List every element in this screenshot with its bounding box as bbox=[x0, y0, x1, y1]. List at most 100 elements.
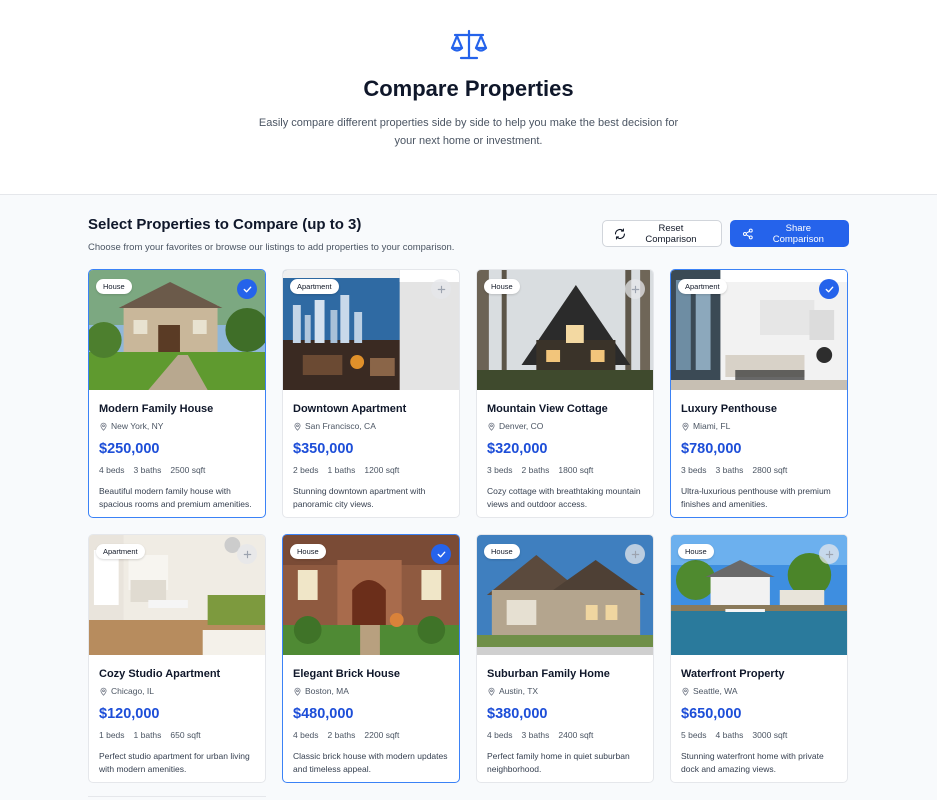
property-location: Austin, TX bbox=[487, 686, 643, 696]
property-description: Perfect family home in quiet suburban ne… bbox=[487, 751, 630, 774]
property-type-badge: House bbox=[290, 544, 326, 559]
property-location: Denver, CO bbox=[487, 421, 643, 431]
property-description: Ultra-luxurious penthouse with premium f… bbox=[681, 486, 831, 509]
page-title: Compare Properties bbox=[363, 76, 574, 101]
property-card[interactable]: House Elegant Brick House Boston, MA $480,0… bbox=[282, 534, 460, 783]
property-location-text: Austin, TX bbox=[499, 686, 539, 696]
property-baths: 1 baths bbox=[327, 465, 356, 475]
property-beds: 4 beds bbox=[293, 730, 319, 740]
property-specs: 4 beds 2 baths 2200 sqft bbox=[293, 730, 449, 740]
reset-comparison-label: Reset Comparison bbox=[645, 222, 697, 245]
property-name: Suburban Family Home bbox=[487, 668, 610, 680]
property-price: $380,000 bbox=[487, 706, 548, 722]
property-details: Modern Family House New York, NY $250,000 4… bbox=[89, 390, 265, 510]
check-icon bbox=[437, 551, 445, 557]
property-location-text: Seattle, WA bbox=[693, 686, 738, 696]
map-pin-icon bbox=[294, 422, 301, 431]
action-bar: Reset Comparison Share Comparison bbox=[602, 220, 849, 247]
property-details: Cozy Studio Apartment Chicago, IL $120,000… bbox=[89, 655, 265, 775]
property-image: House bbox=[477, 535, 653, 655]
property-baths: 4 baths bbox=[715, 730, 744, 740]
property-baths: 2 baths bbox=[521, 465, 550, 475]
map-pin-icon bbox=[682, 687, 689, 696]
property-sqft: 2500 sqft bbox=[170, 465, 206, 475]
property-image: House bbox=[89, 270, 265, 390]
property-type-badge: House bbox=[678, 544, 714, 559]
property-type-badge: House bbox=[484, 279, 520, 294]
map-pin-icon bbox=[488, 687, 495, 696]
property-sqft: 2800 sqft bbox=[752, 465, 788, 475]
property-beds: 5 beds bbox=[681, 730, 707, 740]
property-card[interactable]: House Waterfront Property Seattle, WA $650,… bbox=[670, 534, 848, 783]
map-pin-icon bbox=[100, 422, 107, 431]
property-sqft: 1800 sqft bbox=[558, 465, 594, 475]
property-image: House bbox=[671, 535, 847, 655]
property-specs: 4 beds 3 baths 2500 sqft bbox=[99, 465, 255, 475]
property-name: Cozy Studio Apartment bbox=[99, 668, 221, 680]
property-price: $120,000 bbox=[99, 706, 160, 722]
property-sqft: 1200 sqft bbox=[364, 465, 400, 475]
property-price: $250,000 bbox=[99, 441, 160, 457]
property-card[interactable]: House Suburban Family Home Austin, TX $380,… bbox=[476, 534, 654, 783]
refresh-icon bbox=[614, 227, 625, 240]
property-location: New York, NY bbox=[99, 421, 255, 431]
property-price: $480,000 bbox=[293, 706, 354, 722]
add-to-compare-toggle[interactable] bbox=[625, 279, 645, 299]
property-details: Luxury Penthouse Miami, FL $780,000 3 beds 3… bbox=[671, 390, 847, 510]
add-to-compare-toggle[interactable] bbox=[819, 544, 839, 564]
plus-icon bbox=[825, 550, 833, 558]
plus-icon bbox=[631, 550, 639, 558]
property-image: Apartment bbox=[283, 270, 459, 390]
page-subtitle: Easily compare different properties side… bbox=[258, 117, 679, 147]
property-specs: 4 beds 3 baths 2400 sqft bbox=[487, 730, 643, 740]
property-description: Beautiful modern family house with spaci… bbox=[99, 486, 252, 509]
property-sqft: 2200 sqft bbox=[364, 730, 400, 740]
property-baths: 3 baths bbox=[133, 465, 162, 475]
property-specs: 1 beds 1 baths 650 sqft bbox=[99, 730, 255, 740]
add-to-compare-toggle[interactable] bbox=[625, 544, 645, 564]
selected-toggle[interactable] bbox=[237, 279, 257, 299]
property-card[interactable]: House Modern Family House New York, NY $250… bbox=[88, 269, 266, 518]
property-sqft: 3000 sqft bbox=[752, 730, 788, 740]
property-card[interactable]: Apartment Downtown Apartment San Francisco… bbox=[282, 269, 460, 518]
property-sqft: 650 sqft bbox=[170, 730, 201, 740]
reset-comparison-button[interactable]: Reset Comparison bbox=[602, 220, 722, 247]
property-description: Stunning downtown apartment with panoram… bbox=[293, 486, 426, 509]
property-location-text: Boston, MA bbox=[305, 686, 349, 696]
property-description: Perfect studio apartment for urban livin… bbox=[99, 751, 250, 774]
plus-icon bbox=[631, 285, 639, 293]
property-baths: 3 baths bbox=[521, 730, 550, 740]
property-baths: 1 baths bbox=[133, 730, 162, 740]
property-specs: 2 beds 1 baths 1200 sqft bbox=[293, 465, 449, 475]
property-location: Chicago, IL bbox=[99, 686, 255, 696]
property-card[interactable]: Apartment Luxury Penthouse Miami, FL $780,0… bbox=[670, 269, 848, 518]
property-card[interactable]: Apartment Cozy Studio Apartment Chicago, I… bbox=[88, 534, 266, 783]
share-comparison-button[interactable]: Share Comparison bbox=[730, 220, 849, 247]
property-type-badge: House bbox=[484, 544, 520, 559]
add-to-compare-toggle[interactable] bbox=[431, 279, 451, 299]
map-pin-icon bbox=[100, 687, 107, 696]
compare-section: Select Properties to Compare (up to 3) C… bbox=[88, 195, 849, 797]
property-location: Miami, FL bbox=[681, 421, 837, 431]
property-beds: 4 beds bbox=[487, 730, 513, 740]
scale-icon bbox=[450, 29, 487, 60]
check-icon bbox=[243, 286, 251, 292]
property-card[interactable]: House Mountain View Cottage Denver, CO $320… bbox=[476, 269, 654, 518]
property-grid: House Modern Family House New York, NY $250… bbox=[88, 269, 849, 783]
add-to-compare-toggle[interactable] bbox=[237, 544, 257, 564]
map-pin-icon bbox=[488, 422, 495, 431]
selected-toggle[interactable] bbox=[819, 279, 839, 299]
property-name: Waterfront Property bbox=[681, 668, 785, 680]
selected-toggle[interactable] bbox=[431, 544, 451, 564]
property-price: $320,000 bbox=[487, 441, 548, 457]
property-name: Mountain View Cottage bbox=[487, 403, 608, 415]
property-specs: 3 beds 3 baths 2800 sqft bbox=[681, 465, 837, 475]
property-location-text: Denver, CO bbox=[499, 421, 544, 431]
property-specs: 5 beds 4 baths 3000 sqft bbox=[681, 730, 837, 740]
property-location-text: Miami, FL bbox=[693, 421, 731, 431]
property-beds: 3 beds bbox=[681, 465, 707, 475]
property-image: House bbox=[477, 270, 653, 390]
share-comparison-label: Share Comparison bbox=[772, 222, 824, 245]
property-type-badge: House bbox=[96, 279, 132, 294]
plus-icon bbox=[243, 550, 251, 558]
